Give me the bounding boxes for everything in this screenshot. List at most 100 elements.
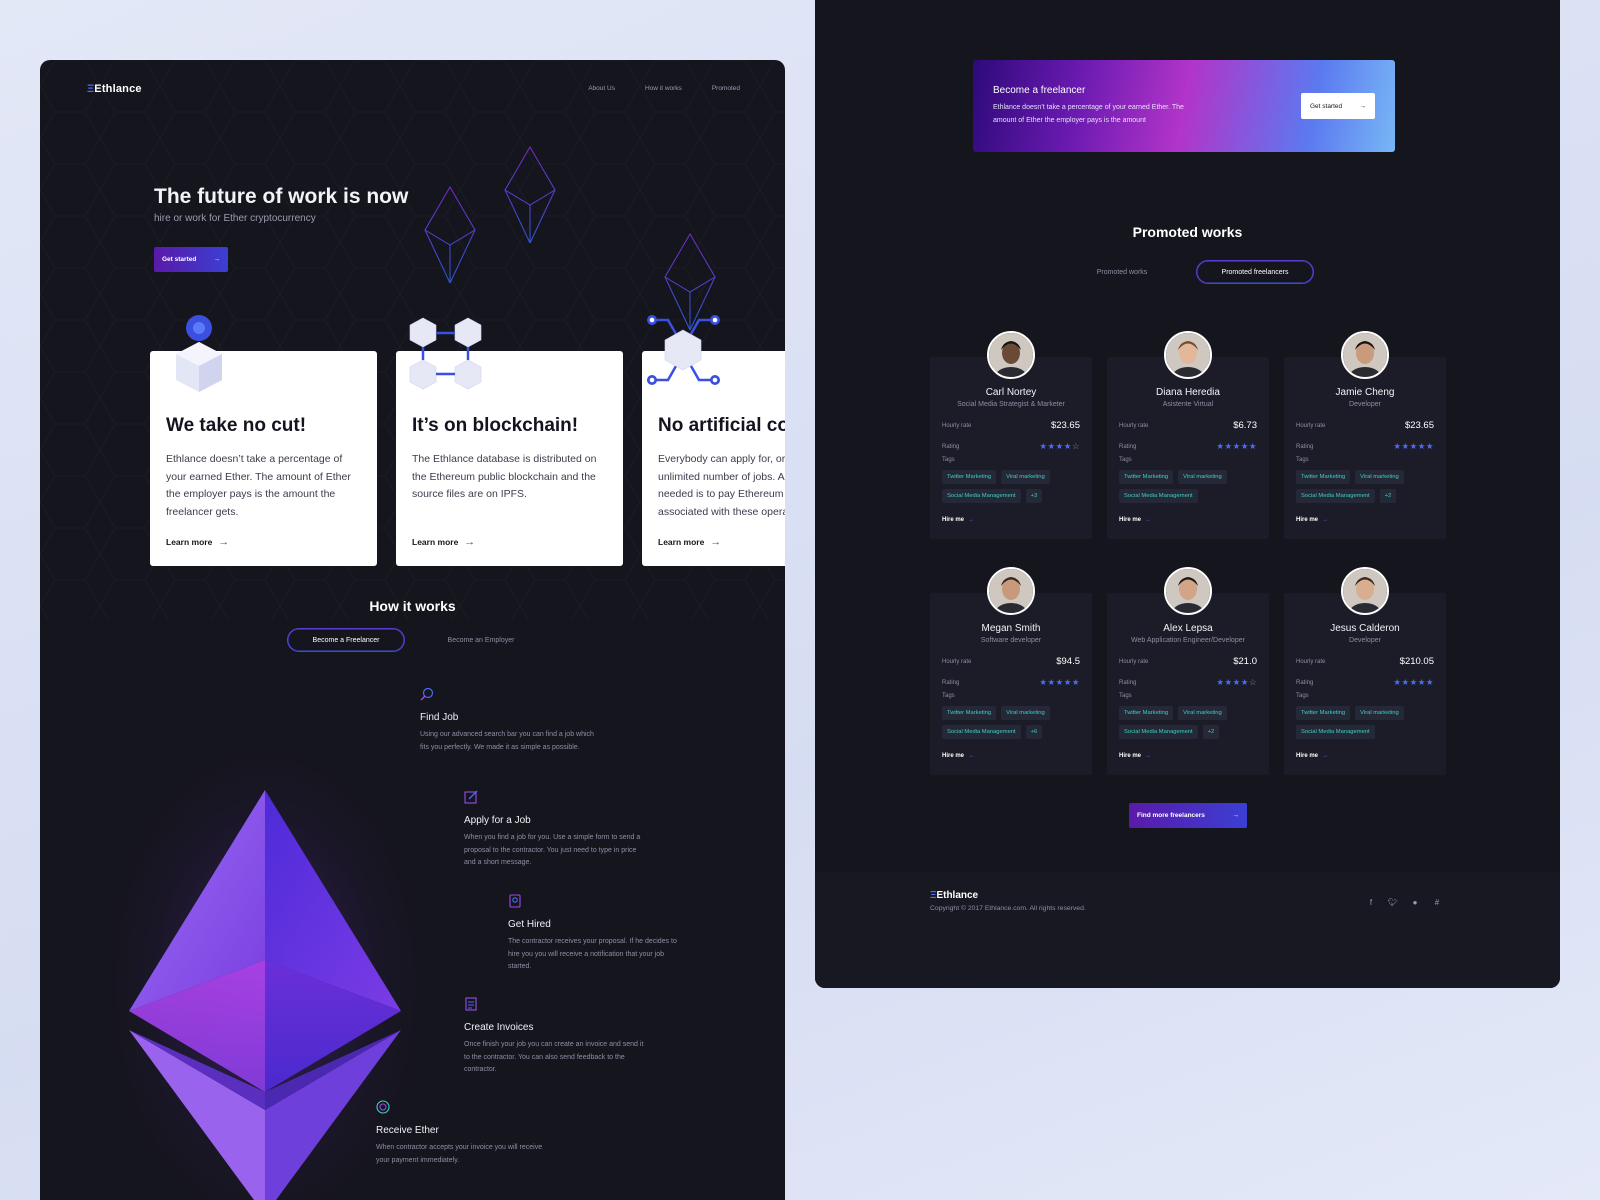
step-text: Once finish your job you can create an i…: [464, 1041, 644, 1073]
tag-list: Twitter Marketing Viral marketing Social M…: [1119, 470, 1261, 503]
tab-become-employer[interactable]: Become an Employer: [422, 628, 540, 652]
avatar: [1164, 331, 1212, 379]
feature-title: We take no cut!: [166, 415, 307, 436]
skill-tag[interactable]: Twitter Marketing: [1296, 706, 1351, 720]
freelancer-card[interactable]: Jesus Calderon Developer Hourly rate $210.0…: [1284, 567, 1446, 775]
cube-user-icon: [176, 315, 222, 392]
footer: ΞEthlance Copyright © 2017 Ethlance.com.…: [815, 872, 1560, 988]
hire-me-link[interactable]: Hire me →: [1296, 517, 1328, 523]
feature-text: The Ethlance database is distributed on …: [412, 453, 597, 500]
nav-how-it-works[interactable]: How it works: [645, 85, 682, 92]
tab-promoted-works[interactable]: Promoted works: [1063, 260, 1181, 284]
skill-tag[interactable]: +6: [1025, 725, 1043, 739]
tags-label: Tags: [1119, 457, 1132, 463]
promoted-works-title: Promoted works: [1132, 224, 1243, 240]
learn-more-link[interactable]: Learn more →: [412, 536, 475, 548]
hire-me-link[interactable]: Hire me →: [1296, 753, 1328, 759]
hourly-rate-label: Hourly rate: [942, 658, 972, 665]
avatar: [1164, 567, 1212, 615]
facebook-icon[interactable]: f: [1366, 897, 1376, 907]
learn-more-link[interactable]: Learn more →: [658, 536, 721, 548]
skill-tag[interactable]: Viral marketing: [1001, 470, 1050, 484]
freelancer-card[interactable]: Diana Heredia Asistente Virtual Hourly rat…: [1107, 331, 1269, 539]
slack-icon[interactable]: #: [1432, 897, 1442, 907]
github-icon[interactable]: ●: [1410, 897, 1420, 907]
skill-tag[interactable]: +2: [1379, 489, 1397, 503]
landing-page-panel: ΞEthlance About Us How it works Promoted…: [40, 60, 785, 1200]
freelancer-card[interactable]: Carl Nortey Social Media Strategist & Mar…: [930, 331, 1092, 539]
how-it-works-title: How it works: [369, 598, 456, 614]
tag-list: Twitter Marketing Viral marketing Social M…: [1296, 470, 1438, 503]
star-rating: ★★★★★: [1393, 677, 1434, 687]
skill-tag[interactable]: Viral marketing: [1178, 706, 1227, 720]
freelancer-role: Developer: [1349, 637, 1381, 644]
badge-icon: [509, 894, 521, 908]
feature-text: Ethlance doesn’t take a percentage of yo…: [166, 453, 351, 518]
skill-tag[interactable]: Social Media Management: [942, 725, 1021, 739]
skill-tag[interactable]: Twitter Marketing: [942, 470, 997, 484]
skill-tag[interactable]: Social Media Management: [1296, 725, 1375, 739]
arrow-right-icon: →: [213, 256, 221, 263]
freelancer-card[interactable]: Alex Lepsa Web Application Engineer/Devel…: [1107, 567, 1269, 775]
freelancer-name: Jamie Cheng: [1335, 387, 1395, 398]
learn-more-link[interactable]: Learn more →: [166, 536, 229, 548]
skill-tag[interactable]: +2: [1202, 725, 1220, 739]
skill-tag[interactable]: Viral marketing: [1355, 470, 1404, 484]
hourly-rate-label: Hourly rate: [1296, 658, 1326, 665]
banner-get-started-button[interactable]: Get started →: [1301, 93, 1375, 119]
tab-promoted-freelancers[interactable]: Promoted freelancers: [1196, 260, 1314, 284]
freelancer-card[interactable]: Jamie Cheng Developer Hourly rate $23.65 Rat…: [1284, 331, 1446, 539]
step-text: The contractor receives your proposal. I…: [508, 938, 677, 970]
tags-label: Tags: [1296, 457, 1309, 463]
footer-logo[interactable]: ΞEthlance: [930, 890, 978, 901]
freelancer-name: Megan Smith: [981, 623, 1041, 634]
nav-about[interactable]: About Us: [588, 85, 615, 92]
twitter-icon[interactable]: 🐦︎: [1388, 897, 1398, 907]
become-freelancer-banner: Become a freelancer Ethlance doesn’t tak…: [973, 60, 1395, 152]
brand-logo[interactable]: ΞEthlance: [87, 83, 142, 95]
tags-label: Tags: [1119, 693, 1132, 699]
tab-become-freelancer[interactable]: Become a Freelancer: [287, 628, 405, 652]
skill-tag[interactable]: Twitter Marketing: [1296, 470, 1351, 484]
rating-label: Rating: [1119, 443, 1137, 450]
freelancer-name: Alex Lepsa: [1163, 623, 1213, 634]
hire-me-link[interactable]: Hire me →: [942, 517, 974, 523]
star-rating: ★★★★☆: [1216, 677, 1257, 687]
freelancer-name: Diana Heredia: [1156, 387, 1220, 398]
hire-me-link[interactable]: Hire me →: [1119, 517, 1151, 523]
cube-network-icon: [647, 315, 720, 385]
skill-tag[interactable]: Viral marketing: [1001, 706, 1050, 720]
skill-tag[interactable]: Social Media Management: [942, 489, 1021, 503]
top-nav: About Us How it works Promoted: [588, 85, 740, 92]
step-title: Apply for a Job: [464, 815, 531, 826]
skill-tag[interactable]: Twitter Marketing: [942, 706, 997, 720]
hourly-rate-label: Hourly rate: [1296, 422, 1326, 429]
skill-tag[interactable]: Twitter Marketing: [1119, 706, 1174, 720]
skill-tag[interactable]: Twitter Marketing: [1119, 470, 1174, 484]
freelancer-role: Social Media Strategist & Marketer: [957, 401, 1065, 408]
hourly-rate-value: $21.0: [1233, 656, 1257, 667]
arrow-right-icon: →: [1322, 753, 1329, 759]
hero-get-started-button[interactable]: Get started →: [154, 247, 228, 272]
step-title: Create Invoices: [464, 1022, 534, 1033]
nav-promoted[interactable]: Promoted: [712, 85, 740, 92]
hire-me-link[interactable]: Hire me →: [942, 753, 974, 759]
freelancer-card[interactable]: Megan Smith Software developer Hourly rate…: [930, 567, 1092, 775]
hire-me-link[interactable]: Hire me →: [1119, 753, 1151, 759]
edit-icon: [464, 790, 478, 804]
freelancer-role: Asistente Virtual: [1162, 401, 1214, 408]
star-rating: ★★★★★: [1216, 441, 1257, 451]
avatar: [987, 567, 1035, 615]
hourly-rate-label: Hourly rate: [1119, 422, 1149, 429]
hourly-rate-label: Hourly rate: [1119, 658, 1149, 665]
skill-tag[interactable]: Social Media Management: [1119, 489, 1198, 503]
hero-subtitle: hire or work for Ether cryptocurrency: [154, 213, 316, 224]
feature-title: It’s on blockchain!: [412, 415, 579, 436]
skill-tag[interactable]: Social Media Management: [1296, 489, 1375, 503]
star-rating: ★★★★★: [1393, 441, 1434, 451]
skill-tag[interactable]: Social Media Management: [1119, 725, 1198, 739]
skill-tag[interactable]: Viral marketing: [1355, 706, 1404, 720]
skill-tag[interactable]: Viral marketing: [1178, 470, 1227, 484]
skill-tag[interactable]: +3: [1025, 489, 1043, 503]
find-more-freelancers-button[interactable]: Find more freelancers →: [1129, 803, 1247, 828]
